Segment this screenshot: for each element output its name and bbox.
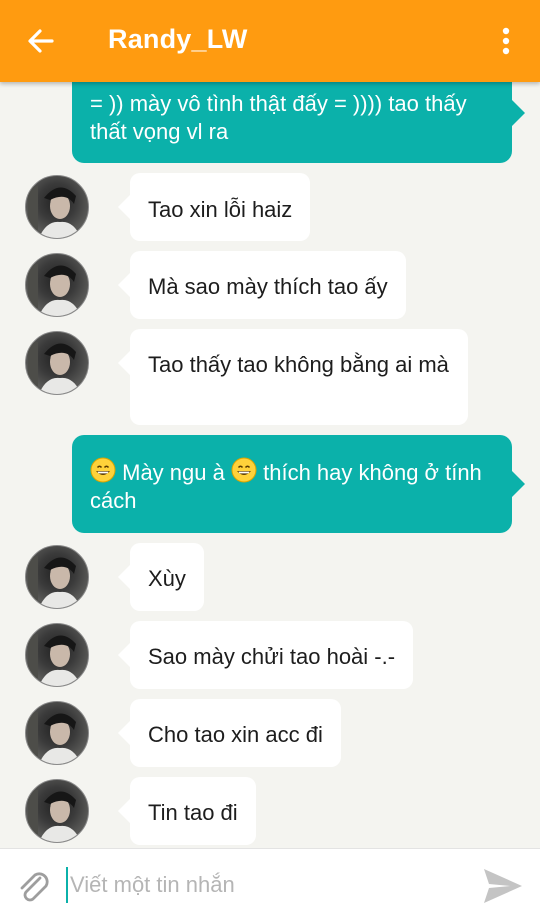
message-input[interactable]: [66, 867, 456, 903]
grinning-face-icon: [231, 457, 257, 483]
avatar[interactable]: [25, 175, 89, 239]
send-icon: [484, 869, 522, 903]
message-text: Cho tao xin acc đi: [148, 722, 323, 747]
message-text: Mày ngu à: [122, 460, 225, 485]
message-text: = )) mày vô tình thật đấy = )))) tao thấ…: [90, 91, 467, 144]
more-vertical-icon: [502, 27, 510, 55]
avatar[interactable]: [25, 545, 89, 609]
chat-title: Randy_LW: [108, 24, 248, 54]
app-header: Randy_LW: [0, 0, 540, 82]
message-text: Tao thấy tao không bằng ai mà: [148, 352, 449, 377]
incoming-message[interactable]: Cho tao xin acc đi: [118, 699, 341, 767]
outgoing-message[interactable]: Mày ngu à thích hay không ở tính cách: [72, 435, 525, 533]
message-text: Mà sao mày thích tao ấy: [148, 274, 388, 299]
avatar[interactable]: [25, 779, 89, 843]
back-button[interactable]: [22, 24, 62, 58]
incoming-message[interactable]: Xùy: [118, 543, 204, 611]
grinning-face-icon: [90, 457, 116, 483]
avatar[interactable]: [25, 623, 89, 687]
incoming-message[interactable]: Tao xin lỗi haiz: [117, 173, 311, 241]
composer-bar: [0, 848, 540, 923]
arrow-left-icon: [28, 29, 54, 53]
send-button[interactable]: [482, 866, 524, 906]
message-text: Xùy: [148, 566, 186, 591]
incoming-message[interactable]: Tao thấy tao không bằng ai mà: [118, 329, 468, 425]
message-text: Tin tao đi: [148, 800, 238, 825]
avatar[interactable]: [25, 331, 89, 395]
paperclip-icon: [20, 872, 49, 902]
message-text: Tao xin lỗi haiz: [148, 197, 293, 222]
avatar[interactable]: [25, 253, 89, 317]
incoming-message[interactable]: Tin tao đi: [118, 777, 256, 845]
incoming-message[interactable]: Sao mày chửi tao hoài -.-: [117, 621, 414, 689]
avatar[interactable]: [25, 701, 89, 765]
incoming-message[interactable]: Mà sao mày thích tao ấy: [118, 251, 406, 319]
message-list[interactable]: = )) mày vô tình thật đấy = )))) tao thấ…: [0, 0, 540, 848]
more-options-button[interactable]: [494, 24, 518, 58]
attach-button[interactable]: [14, 867, 54, 907]
message-text: Sao mày chửi tao hoài -.-: [148, 644, 396, 669]
